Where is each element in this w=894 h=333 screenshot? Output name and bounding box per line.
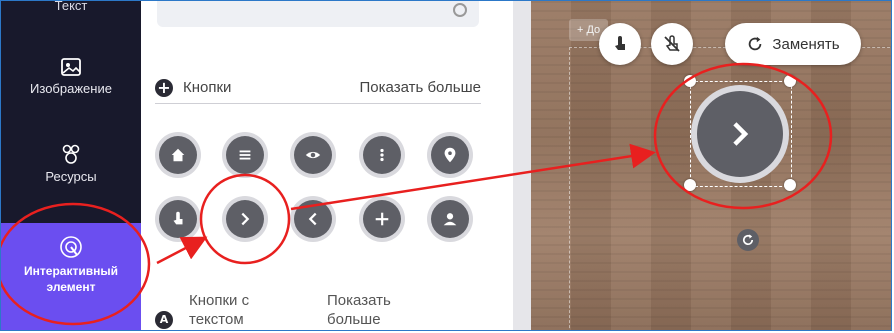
home-icon [171,148,185,162]
replace-button[interactable]: Заменять [725,23,861,65]
remove-interaction-button[interactable] [651,23,693,65]
button-more[interactable] [363,136,401,174]
more-vertical-icon [380,148,384,162]
nav-item-image-label: Изображение [30,81,112,96]
button-chevron-right[interactable] [226,200,264,238]
s2-more-line1: Показать [327,292,391,309]
left-sidebar: Текст Изображение Ресурсы Интерактивный … [1,1,141,330]
elements-panel: + Кнопки Показать больше A Кнопки с текс… [141,1,513,330]
location-pin-icon [444,147,456,163]
shapes-icon [62,144,80,164]
search-input[interactable] [157,1,479,27]
rotate-handle[interactable] [737,229,759,251]
text-badge-icon: A [155,311,173,329]
show-more-link-2[interactable]: Показать больше [327,291,427,329]
nav-item-resources[interactable]: Ресурсы [1,143,141,184]
chevron-left-icon [308,212,317,226]
tap-hand-icon [173,211,183,225]
nav-item-interactive-label-1: Интерактивный [24,264,118,278]
buttons-with-text-section: A Кнопки с текстом Показать больше [155,291,495,330]
chevron-right-icon [241,212,250,226]
panel-divider[interactable] [513,1,531,330]
plus-icon [375,212,389,226]
design-canvas[interactable]: + До Заменять [531,1,891,330]
image-icon [61,58,81,76]
placed-chevron-button[interactable] [697,91,783,177]
resize-handle-br[interactable] [784,179,796,191]
replace-label: Заменять [772,35,840,53]
button-location[interactable] [431,136,469,174]
resize-handle-bl[interactable] [684,179,696,191]
button-menu[interactable] [226,136,264,174]
nav-item-resources-label: Ресурсы [45,169,97,184]
search-icon [453,3,467,17]
buttons-section-title: Кнопки [183,79,232,96]
s2-title-line2: текстом [189,311,244,328]
eye-icon [305,151,321,159]
s2-title-line1: Кнопки с [189,292,250,309]
nav-item-image[interactable]: Изображение [1,57,141,96]
buttons-section-header: + Кнопки Показать больше [155,73,481,104]
interaction-button[interactable] [599,23,641,65]
refresh-icon [749,36,762,51]
chevron-right-icon [733,122,749,146]
s2-more-line2: больше [327,311,381,328]
button-chevron-left[interactable] [294,200,332,238]
button-tap[interactable] [159,200,197,238]
plus-circle-icon[interactable]: + [155,79,173,97]
tap-off-icon [664,35,680,52]
tap-hand-icon [615,36,625,50]
button-home[interactable] [159,136,197,174]
touch-target-icon [60,236,82,258]
menu-icon [239,150,251,160]
nav-item-text-label[interactable]: Текст [1,1,141,13]
nav-item-interactive-element[interactable]: Интерактивный элемент [1,223,141,330]
buttons-with-text-title: Кнопки с текстом [189,291,289,329]
resize-handle-tr[interactable] [784,75,796,87]
show-more-link[interactable]: Показать больше [360,79,481,96]
rotate-icon [742,234,754,246]
screenshot-frame: Текст Изображение Ресурсы Интерактивный … [0,0,892,331]
button-eye[interactable] [294,136,332,174]
resize-handle-tl[interactable] [684,75,696,87]
nav-item-interactive-label-2: элемент [46,280,96,294]
user-icon [443,213,457,226]
button-plus[interactable] [363,200,401,238]
button-user[interactable] [431,200,469,238]
